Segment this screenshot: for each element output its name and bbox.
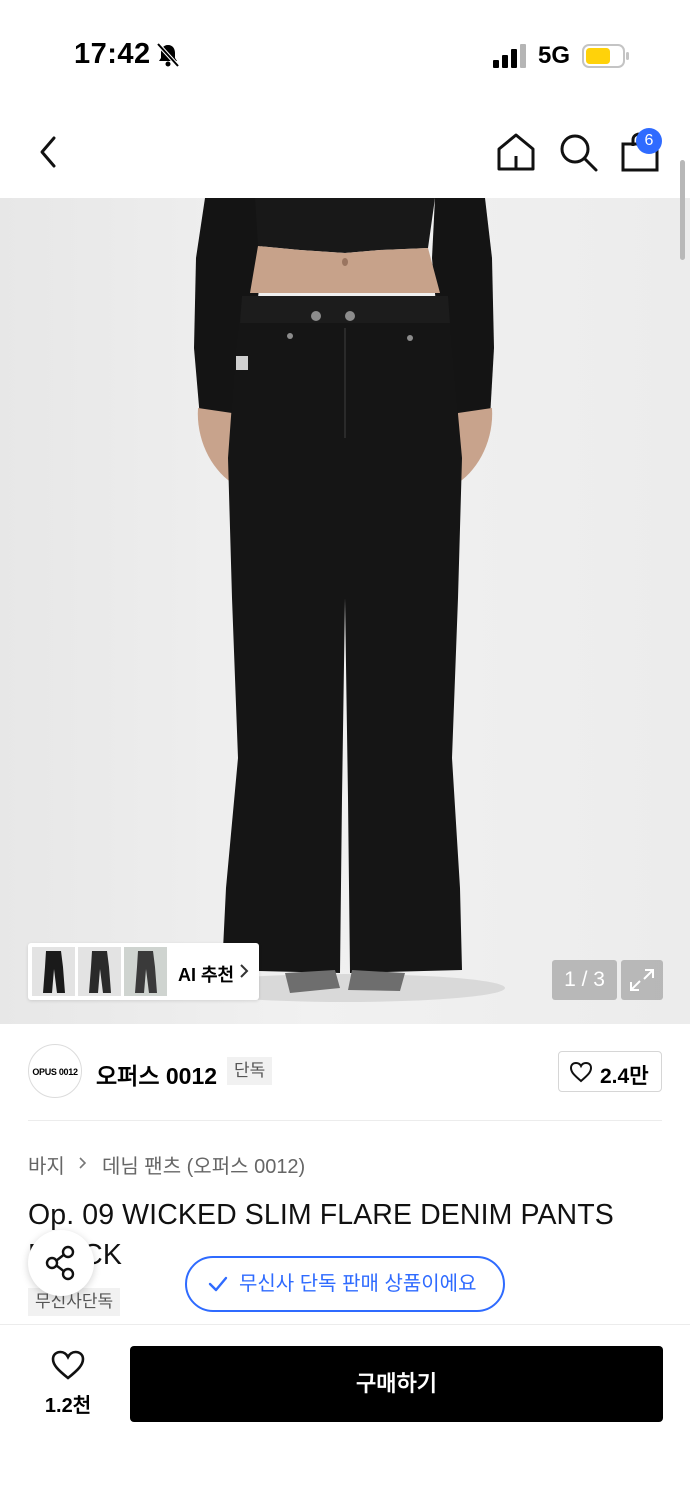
breadcrumb: 바지 데님 팬츠 (오퍼스 0012) (28, 1150, 305, 1179)
bottom-action-bar: 1.2천 구매하기 (0, 1324, 690, 1500)
share-button[interactable] (28, 1230, 94, 1296)
chevron-right-icon (240, 964, 249, 978)
heart-icon (51, 1350, 85, 1380)
home-icon[interactable] (494, 130, 538, 174)
buy-button[interactable]: 구매하기 (130, 1346, 663, 1422)
breadcrumb-subcategory[interactable]: 데님 팬츠 (오퍼스 0012) (102, 1150, 305, 1179)
wishlist-count: 1.2천 (44, 1395, 92, 1417)
ai-thumb-image (32, 947, 75, 996)
share-icon (45, 1245, 75, 1281)
cart-badge: 6 (636, 128, 662, 154)
ai-recommend-button[interactable]: AI 추천 (28, 943, 259, 1000)
ai-thumb-image (124, 947, 167, 996)
ai-thumb-image (78, 947, 121, 996)
check-icon (208, 1276, 228, 1292)
exclusive-sale-banner: 무신사 단독 판매 상품이에요 (185, 1256, 505, 1312)
image-page-counter: 1 / 3 (552, 960, 617, 1000)
back-icon[interactable] (30, 130, 70, 174)
search-icon[interactable] (556, 130, 600, 174)
status-bar: 17:42 5G (0, 0, 690, 110)
battery-icon (582, 44, 629, 68)
product-photo (185, 198, 505, 1002)
chevron-right-icon (79, 1157, 87, 1169)
brand-like-button[interactable]: 2.4만 (558, 1051, 662, 1092)
bell-slash-icon (156, 42, 180, 68)
exclusive-sale-text: 무신사 단독 판매 상품이에요 (239, 1273, 477, 1295)
heart-icon (569, 1061, 593, 1083)
brand-like-count: 2.4만 (600, 1065, 649, 1088)
product-image[interactable] (0, 198, 690, 1024)
network-label: 5G (538, 42, 571, 69)
brand-name[interactable]: 오퍼스 0012 (96, 1057, 217, 1091)
brand-exclusive-tag: 단독 (227, 1057, 273, 1085)
signal-icon (493, 44, 526, 68)
brand-logo[interactable]: OPUS 0012 (28, 1044, 82, 1098)
wishlist-button[interactable]: 1.2천 (28, 1347, 108, 1427)
ai-recommend-label: AI 추천 (178, 965, 235, 985)
expand-button[interactable] (621, 960, 663, 1000)
scrollbar[interactable] (680, 160, 685, 260)
nav-bar (0, 110, 690, 200)
breadcrumb-category[interactable]: 바지 (28, 1150, 65, 1179)
status-time: 17:42 (74, 38, 151, 70)
divider (28, 1120, 662, 1121)
expand-icon (630, 969, 654, 991)
